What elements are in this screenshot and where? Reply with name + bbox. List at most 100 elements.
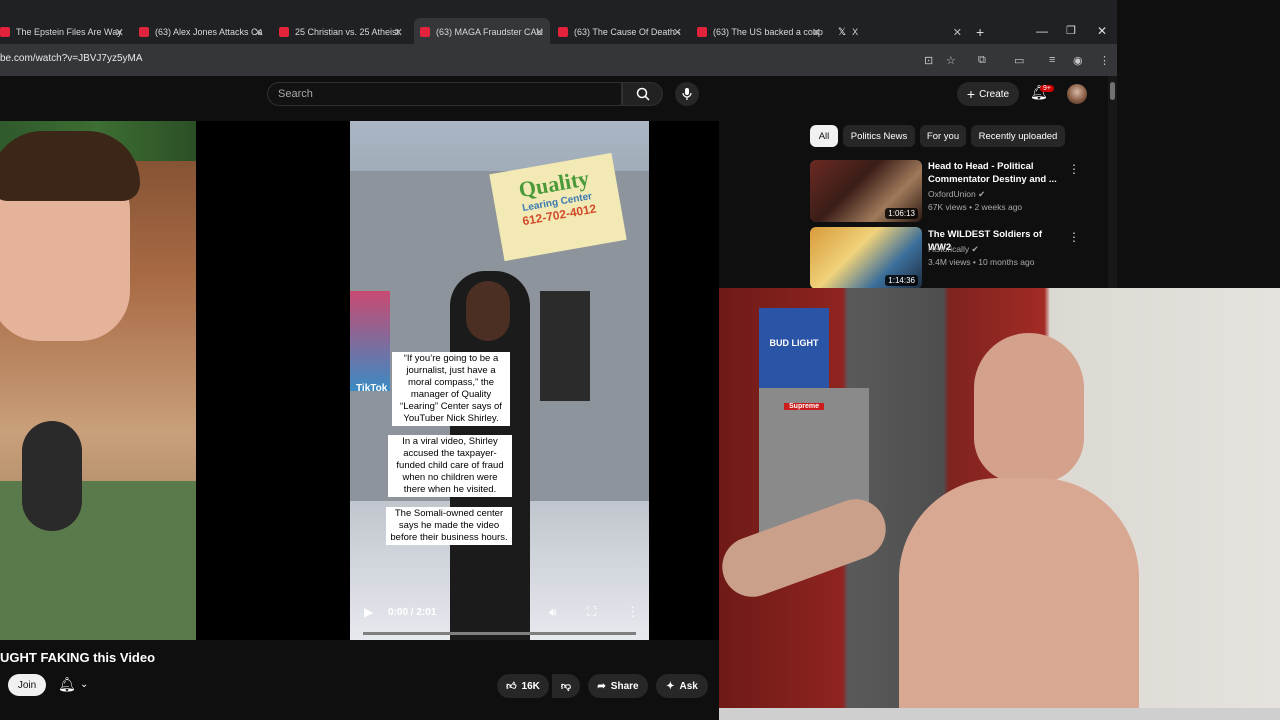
create-button[interactable]: + Create <box>957 82 1019 106</box>
fridge-sticker: Supreme <box>784 403 824 410</box>
volume-icon[interactable]: 🔊︎ <box>549 605 557 620</box>
video-meta: 3.4M views • 10 months ago <box>928 257 1035 267</box>
more-actions-icon[interactable]: ⋮ <box>1068 162 1080 176</box>
cast-icon[interactable]: ▭ <box>1014 54 1024 67</box>
video-title[interactable]: Head to Head - Political Commentator Des… <box>928 160 1058 186</box>
streamer-webcam-feed <box>0 121 196 640</box>
channel-label: Historically <box>928 244 970 254</box>
bookmark-star-icon[interactable]: ☆ <box>946 54 956 67</box>
channel-label: OxfordUnion <box>928 189 976 199</box>
voice-search-button[interactable] <box>675 82 699 106</box>
guest-webcam-overlay: BUD LIGHT Supreme <box>719 288 1280 720</box>
youtube-icon <box>420 27 430 37</box>
scrollbar-track[interactable] <box>1108 76 1117 288</box>
verified-icon: ✔ <box>978 189 986 199</box>
youtube-icon <box>279 27 289 37</box>
streamer-hair <box>0 131 140 201</box>
chip-all[interactable]: All <box>810 125 838 147</box>
more-actions-icon[interactable]: ⋮ <box>1068 230 1080 244</box>
building-door <box>540 291 590 401</box>
sparkle-icon: ✦ <box>666 680 675 692</box>
video-duration: 1:14:36 <box>885 275 918 286</box>
profile-icon[interactable]: ◉ <box>1073 54 1083 67</box>
video-duration: 1:06:13 <box>885 208 918 219</box>
more-options-icon[interactable]: ⋮ <box>626 604 639 620</box>
tab-title: (63) The Cause Of Death - <box>574 27 681 37</box>
video-thumbnail[interactable]: 1:06:13 <box>810 160 922 222</box>
subscribe-bell-icon[interactable]: 🔔︎ <box>58 676 76 693</box>
box-on-fridge: BUD LIGHT <box>759 308 829 388</box>
share-button[interactable]: ➦ Share <box>588 674 648 698</box>
ask-label: Ask <box>679 680 698 692</box>
youtube-icon <box>697 27 707 37</box>
like-count: 16K <box>521 680 540 692</box>
browser-tab[interactable]: 25 Christian vs. 25 Atheist ✕ <box>279 18 409 46</box>
create-label: Create <box>979 88 1010 100</box>
browser-tab[interactable]: (63) The US backed a coup ✕ <box>697 18 827 46</box>
browser-tab[interactable]: The Epstein Files Are Way ✕ <box>0 18 130 46</box>
microphone-icon <box>682 88 692 100</box>
close-window-icon[interactable]: ✕ <box>1097 24 1107 38</box>
plus-icon: + <box>966 86 976 102</box>
video-time: 0:00 / 2:01 <box>388 607 437 618</box>
browser-tab[interactable]: (63) Alex Jones Attacks Ca ✕ <box>139 18 269 46</box>
video-caption: In a viral video, Shirley accused the ta… <box>388 435 512 497</box>
extensions-icon[interactable]: ⧉ <box>978 54 986 67</box>
box-label: BUD LIGHT <box>769 338 819 348</box>
close-tab-icon[interactable]: ✕ <box>953 26 962 39</box>
chip-politics-news[interactable]: Politics News <box>843 125 915 147</box>
like-button[interactable]: 👍︎ 16K <box>497 674 549 698</box>
scrollbar-thumb[interactable] <box>1110 82 1115 100</box>
restore-icon[interactable]: ❐ <box>1066 24 1076 37</box>
share-icon: ➦ <box>597 680 606 692</box>
guest-head <box>974 333 1084 483</box>
youtube-icon <box>139 27 149 37</box>
dislike-button[interactable]: 👎︎ <box>552 674 580 698</box>
close-tab-icon[interactable]: ✕ <box>535 26 544 39</box>
verified-icon: ✔ <box>971 244 979 254</box>
install-app-icon[interactable]: ⊡ <box>924 54 933 67</box>
chip-recently-uploaded[interactable]: Recently uploaded <box>971 125 1065 147</box>
mural <box>350 291 390 391</box>
browser-tab[interactable]: (63) The Cause Of Death - ✕ <box>558 18 688 46</box>
chip-for-you[interactable]: For you <box>920 125 966 147</box>
address-bar[interactable]: be.com/watch?v=JBVJ7yz5yMA <box>0 53 143 64</box>
tab-title: X <box>852 27 859 37</box>
youtube-icon <box>558 27 568 37</box>
account-avatar[interactable] <box>1067 84 1087 104</box>
search-placeholder: Search <box>278 88 313 100</box>
play-icon[interactable]: ▶ <box>364 605 373 619</box>
close-tab-icon[interactable]: ✕ <box>254 26 263 39</box>
search-input[interactable]: Search <box>267 82 622 106</box>
tab-title: (63) Alex Jones Attacks Ca <box>155 27 263 37</box>
video-caption: The Somali-owned center says he made the… <box>386 507 512 545</box>
video-thumbnail[interactable]: 1:14:36 <box>810 227 922 289</box>
browser-tab-active[interactable]: (63) MAGA Fraudster CAU ✕ <box>414 18 550 46</box>
fullscreen-icon[interactable]: ⛶ <box>587 604 596 620</box>
new-tab-icon[interactable]: + <box>976 24 984 40</box>
browser-tab-strip: The Epstein Files Are Way ✕ (63) Alex Jon… <box>0 0 1117 46</box>
video-progress-bar[interactable] <box>363 632 636 635</box>
search-button[interactable] <box>622 82 663 106</box>
tiktok-watermark: TikTok <box>356 383 388 394</box>
minimize-icon[interactable]: — <box>1036 24 1048 38</box>
browser-menu-icon[interactable]: ⋮ <box>1099 54 1110 67</box>
share-label: Share <box>610 680 639 692</box>
search-icon <box>636 87 650 101</box>
close-tab-icon[interactable]: ✕ <box>394 26 403 39</box>
video-title: UGHT FAKING this Video <box>0 650 156 665</box>
join-button[interactable]: Join <box>8 674 46 696</box>
video-frame[interactable]: Quality Learing Center 612-702-4012 TikT… <box>350 121 649 640</box>
close-tab-icon[interactable]: ✕ <box>812 26 821 39</box>
guest-torso <box>899 478 1139 720</box>
ask-button[interactable]: ✦ Ask <box>656 674 708 698</box>
channel-name[interactable]: Historically ✔ <box>928 244 979 255</box>
media-controls-icon[interactable]: ≡ <box>1049 54 1055 66</box>
browser-tab[interactable]: 𝕏 X ✕ <box>838 18 968 46</box>
channel-name[interactable]: OxfordUnion ✔ <box>928 189 985 200</box>
close-tab-icon[interactable]: ✕ <box>115 26 124 39</box>
video-caption: “If you’re going to be a journalist, jus… <box>392 352 510 426</box>
close-tab-icon[interactable]: ✕ <box>673 26 682 39</box>
chevron-down-icon[interactable]: ⌄ <box>80 679 88 690</box>
microphone-prop <box>22 421 82 531</box>
